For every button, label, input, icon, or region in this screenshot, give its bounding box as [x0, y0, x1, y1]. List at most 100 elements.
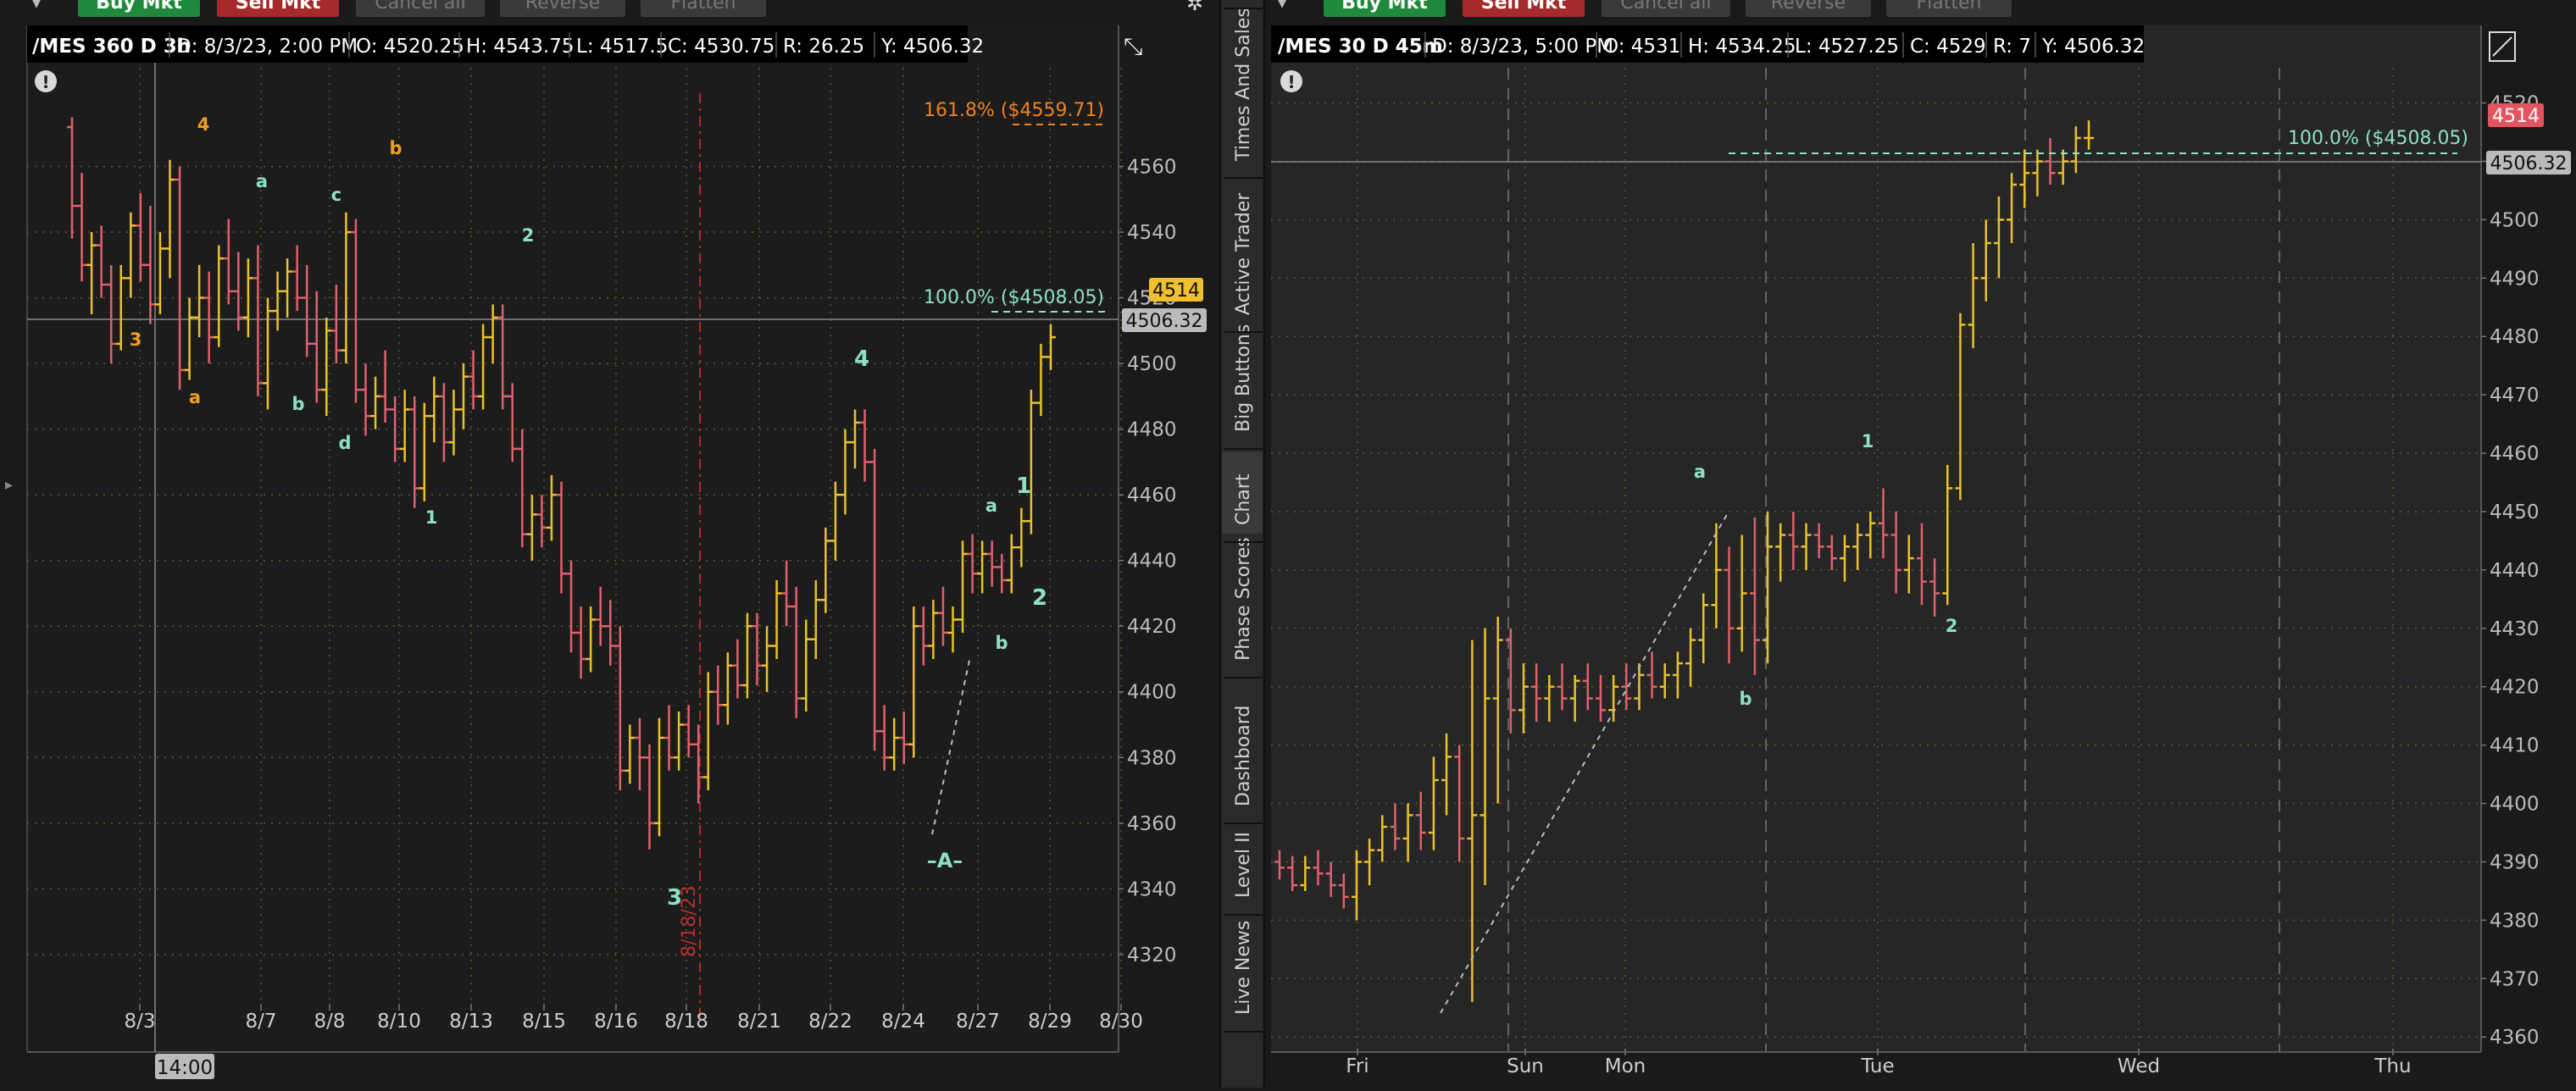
r-y-tick-label: 4500 [2490, 209, 2540, 231]
l-y-tick-label: 4380 [1127, 747, 1177, 769]
left-wave-label: a [985, 496, 997, 516]
right-plot-bg [1271, 25, 2481, 1052]
right-info-high: H: 4534.25 [1688, 36, 1796, 58]
left-wave-label: 2 [1032, 585, 1047, 611]
right-sell-button[interactable]: Sell Mkt [1463, 0, 1585, 17]
left-nav-arrow-icon[interactable]: ▸ [5, 476, 13, 494]
left-wave-label: 1 [425, 507, 438, 528]
side-tab-active-trader[interactable]: Active Trader [1233, 192, 1254, 315]
right-flatten-label: Flatten [1917, 0, 1982, 14]
svg-text:4506.32: 4506.32 [2490, 153, 2568, 174]
l-x-tick-label: 8/8 [314, 1011, 345, 1033]
app-root: ▾ Buy Mkt Sell Mkt Cancel all Reverse Fl… [0, 0, 2576, 1088]
l-y-tick-label: 4340 [1127, 878, 1177, 900]
left-cursor-time-tag: 14:00 [155, 1054, 214, 1079]
left-panel-menu-icon[interactable]: ▾ [32, 0, 41, 13]
left-y-tag: 4506.32 [1122, 308, 1207, 332]
side-tab-times-and-sales[interactable]: Times And Sales [1233, 8, 1254, 162]
l-y-tick-label: 4420 [1127, 616, 1177, 638]
left-cancel-label: Cancel all [375, 0, 465, 14]
r-y-tick-label: 4470 [2490, 385, 2540, 407]
r-y-tick-label: 4440 [2490, 560, 2540, 582]
l-y-tick-label: 4440 [1127, 551, 1177, 573]
left-wave-label: 1 [1016, 474, 1031, 499]
right-flatten-button[interactable]: Flatten [1886, 0, 2012, 17]
right-info-fields: /MES 30 D 45mD: 8/3/23, 5:00 PMO: 4531 H:… [1278, 32, 2145, 58]
app-canvas: ▾ Buy Mkt Sell Mkt Cancel all Reverse Fl… [0, 0, 2576, 1088]
left-plot-bg [27, 25, 1119, 1052]
l-x-tick-label: 8/3 [124, 1011, 155, 1033]
r-x-tick-label: Thu [2373, 1055, 2411, 1077]
svg-text:14:00: 14:00 [157, 1057, 213, 1079]
left-reverse-label: Reverse [525, 0, 600, 14]
left-cancel-button[interactable]: Cancel all [356, 0, 485, 17]
l-x-tick-label: 8/10 [377, 1011, 421, 1033]
l-x-tick-label: 8/24 [881, 1011, 925, 1033]
side-tab-phase-scores[interactable]: Phase Scores [1233, 537, 1254, 661]
right-info-close: C: 4529 [1910, 36, 1986, 58]
right-fib-label: 100.0% ($4508.05) [2288, 128, 2468, 149]
r-y-tick-label: 4450 [2490, 501, 2540, 523]
side-tab-dashboard[interactable]: Dashboard [1233, 706, 1254, 806]
r-y-tick-label: 4370 [2490, 968, 2540, 990]
left-reverse-button[interactable]: Reverse [500, 0, 625, 17]
l-x-tick-label: 8/13 [449, 1011, 493, 1033]
right-info-low: L: 4527.25 [1795, 36, 1899, 58]
r-x-tick-label: Tue [1860, 1055, 1894, 1077]
left-alert-icon[interactable]: ! [35, 70, 57, 92]
svg-text:4514: 4514 [2492, 106, 2540, 127]
left-info-close: C: 4530.75 [668, 36, 774, 58]
right-reverse-button[interactable]: Reverse [1746, 0, 1871, 17]
left-fib-label-lower: 100.0% ($4508.05) [924, 287, 1104, 308]
right-sell-label: Sell Mkt [1481, 0, 1567, 14]
right-panel-menu-icon[interactable]: ▾ [1278, 0, 1286, 13]
left-flatten-label: Flatten [671, 0, 736, 14]
svg-text:!: ! [42, 72, 49, 92]
right-cancel-label: Cancel all [1620, 0, 1711, 14]
left-buy-button[interactable]: Buy Mkt [78, 0, 200, 17]
left-wave-label: c [331, 185, 341, 205]
right-cancel-button[interactable]: Cancel all [1602, 0, 1730, 17]
svg-text:4514: 4514 [1152, 280, 1200, 302]
l-x-tick-label: 8/16 [594, 1011, 638, 1033]
left-wave-label: b [389, 138, 402, 158]
right-buy-label: Buy Mkt [1341, 0, 1428, 14]
right-wave-label: 2 [1946, 616, 1958, 636]
side-tab-live-news[interactable]: Live News [1233, 921, 1254, 1015]
r-x-tick-label: Mon [1605, 1055, 1646, 1077]
right-info-symbol: /MES 30 D 45m [1278, 36, 1443, 58]
left-sell-button[interactable]: Sell Mkt [217, 0, 339, 17]
r-y-tick-label: 4410 [2490, 735, 2540, 757]
left-wave-label: 4 [854, 346, 869, 372]
left-wave-label: a [256, 171, 268, 191]
left-buy-label: Buy Mkt [96, 0, 182, 14]
l-y-tick-label: 4480 [1127, 419, 1177, 441]
r-y-tick-label: 4460 [2490, 443, 2540, 465]
left-wave-label: –A– [927, 849, 963, 872]
r-y-tick-label: 4490 [2490, 268, 2540, 290]
right-alert-icon[interactable]: ! [1280, 70, 1302, 92]
side-tab-big-buttons[interactable]: Big Buttons [1233, 324, 1254, 432]
r-y-tick-label: 4430 [2490, 618, 2540, 640]
l-x-tick-label: 8/15 [522, 1011, 566, 1033]
right-wave-label: b [1739, 689, 1752, 709]
side-tab-chart[interactable]: Chart [1233, 474, 1254, 525]
l-x-tick-label: 8/22 [808, 1011, 852, 1033]
side-tab-level-ii[interactable]: Level II [1233, 832, 1254, 898]
r-x-tick-label: Sun [1507, 1055, 1544, 1077]
r-y-tick-label: 4360 [2490, 1027, 2540, 1049]
right-wave-label: a [1694, 462, 1706, 482]
right-info-range: R: 7 [1993, 36, 2031, 58]
left-gear-icon[interactable]: ✲ [1186, 0, 1203, 15]
right-buy-button[interactable]: Buy Mkt [1324, 0, 1446, 17]
left-wave-label: b [995, 633, 1008, 653]
left-sell-label: Sell Mkt [236, 0, 321, 14]
right-info-date: D: 8/3/23, 5:00 PM [1432, 36, 1613, 58]
left-wave-label: 3 [667, 885, 682, 911]
left-flatten-button[interactable]: Flatten [641, 0, 766, 17]
r-y-tick-label: 4400 [2490, 794, 2540, 816]
left-wave-label: 4 [197, 114, 210, 135]
right-price-tag: 4514 [2488, 103, 2544, 127]
left-info-high: H: 4543.75 [466, 36, 574, 58]
left-expand-icon[interactable]: ⤡ [1124, 32, 1142, 60]
